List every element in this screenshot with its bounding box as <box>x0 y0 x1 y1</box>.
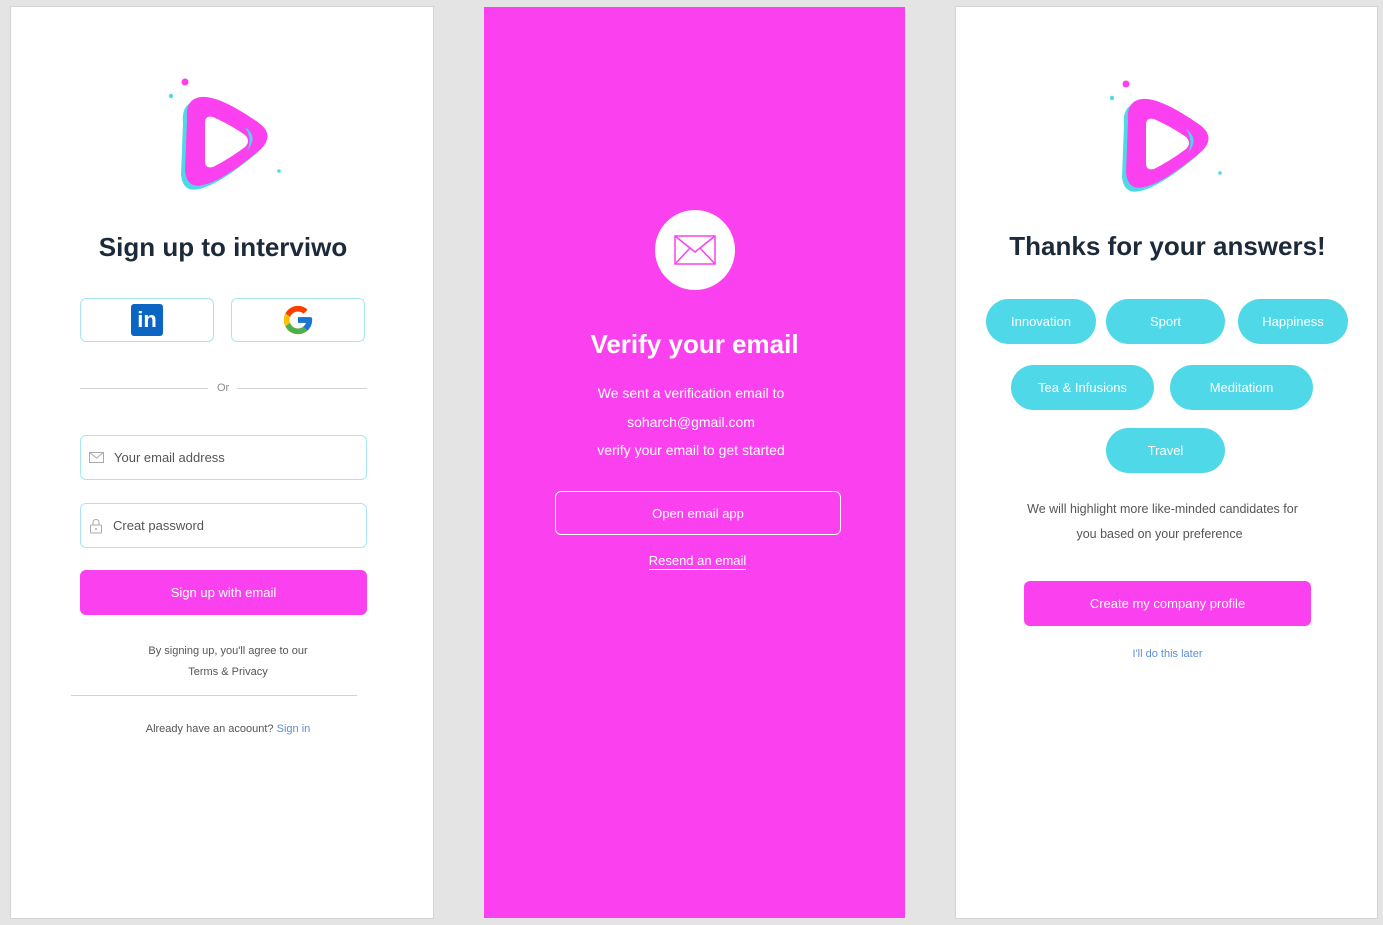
verify-title: Verify your email <box>590 329 799 359</box>
chip-travel[interactable]: Travel <box>1106 428 1225 473</box>
create-company-profile-button[interactable]: Create my company profile <box>1024 581 1311 626</box>
chip-tea-infusions[interactable]: Tea & Infusions <box>1011 365 1154 410</box>
verify-email-address: soharch@gmail.com <box>627 414 755 430</box>
verify-line-1: We sent a verification email to <box>597 385 785 401</box>
preference-line-2: you based on your preference <box>1076 527 1243 541</box>
resend-email-link[interactable]: Resend an email <box>648 553 747 570</box>
divider-right <box>237 388 367 389</box>
chip-happiness[interactable]: Happiness <box>1238 299 1348 344</box>
signup-email-button[interactable]: Sign up with email <box>80 570 367 615</box>
preference-line-1: We will highlight more like-minded candi… <box>1027 502 1298 516</box>
interviwo-logo <box>1109 80 1222 192</box>
google-icon <box>283 305 313 335</box>
verify-panel: Verify your email We sent a verification… <box>484 7 905 918</box>
terms-text: By signing up, you'll agree to our <box>148 645 308 657</box>
email-input[interactable] <box>112 449 356 466</box>
linkedin-signup-button[interactable]: in <box>80 298 214 342</box>
mail-icon <box>89 452 104 463</box>
do-this-later-link[interactable]: I'll do this later <box>1133 648 1203 660</box>
page-title: Sign up to interviwo <box>98 232 348 262</box>
footer-divider <box>71 695 357 696</box>
verify-line-3: verify your email to get started <box>597 442 785 458</box>
resend-row: Resend an email <box>484 552 911 570</box>
page-title: Thanks for your answers! <box>1009 231 1326 261</box>
chip-innovation[interactable]: Innovation <box>986 299 1096 344</box>
thanks-panel: Thanks for your answers! Innovation Spor… <box>955 6 1378 919</box>
linkedin-icon: in <box>131 304 163 336</box>
signin-link[interactable]: Sign in <box>277 723 311 735</box>
lock-icon <box>90 518 102 533</box>
interviwo-logo <box>168 78 281 190</box>
mail-badge <box>655 210 735 290</box>
chip-meditation[interactable]: Meditatiom <box>1170 365 1313 410</box>
terms-privacy-link[interactable]: Terms & Privacy <box>11 666 445 678</box>
already-account-row: Already have an acoount? Sign in <box>11 723 445 735</box>
or-separator: Or <box>217 382 230 394</box>
signup-panel: Sign up to interviwo in Or Sign up with … <box>10 6 434 919</box>
open-email-app-button[interactable]: Open email app <box>555 491 841 535</box>
chip-sport[interactable]: Sport <box>1106 299 1225 344</box>
envelope-icon <box>674 235 716 265</box>
password-field[interactable] <box>80 503 367 548</box>
later-row: I'll do this later <box>956 644 1379 662</box>
already-account-text: Already have an acoount? <box>145 723 274 735</box>
google-signup-button[interactable] <box>231 298 365 342</box>
email-field[interactable] <box>80 435 367 480</box>
divider-left <box>80 388 208 389</box>
password-input[interactable] <box>111 517 355 534</box>
